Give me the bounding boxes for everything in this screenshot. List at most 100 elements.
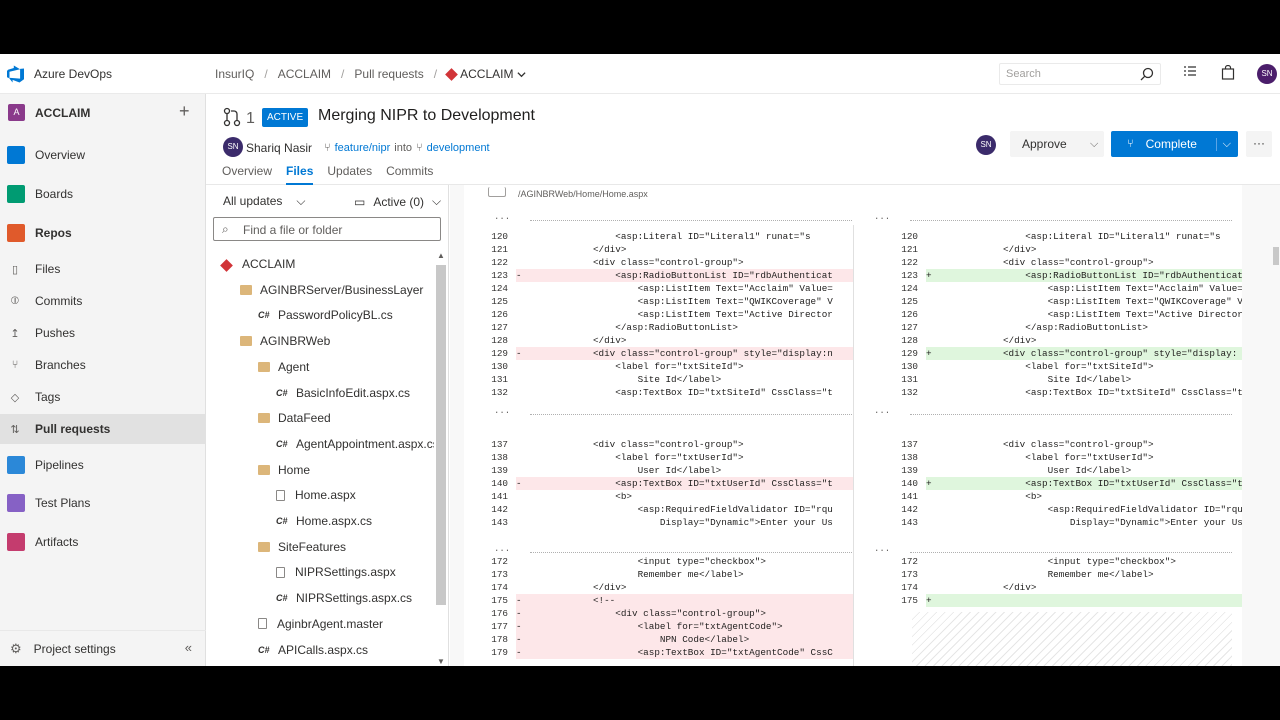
diff-line[interactable]: 174 </div> [464,581,853,594]
diff-line[interactable]: 172 <input type="checkbox"> [874,555,1242,568]
diff-line[interactable]: 139 User Id</label> [464,464,853,477]
collapsed-lines-marker[interactable]: ... [494,212,510,225]
tree-file[interactable]: C# APICalls.aspx.cs [258,637,368,663]
azure-devops-logo-icon[interactable] [7,65,25,83]
complete-button[interactable]: ⑂ Complete ⌵ [1111,131,1238,157]
scroll-down-icon[interactable]: ▼ [437,657,445,666]
brand-name[interactable]: Azure DevOps [34,67,112,81]
diff-line[interactable]: 126 <asp:ListItem Text="Active Director [874,308,1242,321]
breadcrumb-org[interactable]: InsurIQ [215,67,254,81]
diff-line[interactable]: 137 <div class="control-group"> [874,438,1242,451]
tree-file[interactable]: C# BasicInfoEdit.aspx.cs [276,380,410,406]
page-title[interactable]: Merging NIPR to Development [318,107,535,125]
nav-boards[interactable]: Boards [0,179,206,209]
collapsed-lines-marker[interactable]: ... [494,406,510,419]
diff-line[interactable]: 122 <div class="control-group"> [874,256,1242,269]
marketplace-bag-icon[interactable] [1221,65,1235,80]
diff-file-path[interactable]: /AGINBRWeb/Home/Home.aspx [518,189,648,199]
comments-filter-dropdown[interactable]: ▭ Active (0) ⌵ [354,194,441,209]
tab-files[interactable]: Files [286,164,314,185]
project-header[interactable]: A ACCLAIM + [0,94,206,132]
diff-line[interactable]: 174 </div> [874,581,1242,594]
diff-line[interactable]: 175 + [874,594,1242,607]
chevron-down-icon[interactable]: ⌵ [1090,138,1098,151]
diff-line[interactable]: 127 </asp:RadioButtonList> [464,321,853,334]
updates-filter-dropdown[interactable]: All updates ⌵ [223,194,305,209]
diff-line[interactable]: 120 <asp:Literal ID="Literal1" runat="s [874,230,1242,243]
sidebar-item-files[interactable]: ▯ Files [0,254,206,284]
breadcrumb-pull-requests[interactable]: Pull requests [354,67,423,81]
tree-folder[interactable]: AGINBRWeb [240,328,330,354]
reviewer-avatar[interactable]: SN [976,135,996,155]
breadcrumb-project[interactable]: ACCLAIM [278,67,331,81]
diff-line[interactable]: 179- <asp:TextBox ID="txtAgentCode" CssC [464,646,853,659]
collapsed-lines-marker[interactable]: ... [874,406,890,419]
repo-selector[interactable]: ACCLAIM [445,67,527,81]
diff-line[interactable]: 131 Site Id</label> [464,373,853,386]
diff-line[interactable]: 137 <div class="control-group"> [464,438,853,451]
diff-line[interactable]: 172 <input type="checkbox"> [464,555,853,568]
diff-line[interactable]: 130 <label for="txtSiteId"> [874,360,1242,373]
diff-line[interactable]: 132 <asp:TextBox ID="txtSiteId" CssClass… [464,386,853,399]
tab-commits[interactable]: Commits [386,164,433,185]
sidebar-item-tags[interactable]: ◇ Tags [0,382,206,412]
sidebar-item-branches[interactable]: ⑂ Branches [0,350,206,380]
diff-line[interactable]: 124 <asp:ListItem Text="Acclaim" Value= [874,282,1242,295]
diff-line[interactable]: 139 User Id</label> [874,464,1242,477]
diff-line[interactable]: 173 Remember me</label> [464,568,853,581]
diff-line[interactable]: 125 <asp:ListItem Text="QWIKCoverage" V [874,295,1242,308]
diff-line[interactable]: 121 </div> [464,243,853,256]
diff-line[interactable]: 128 </div> [874,334,1242,347]
nav-overview[interactable]: Overview [0,140,206,170]
tree-file[interactable]: C# PasswordPolicyBL.cs [258,302,393,328]
diff-line[interactable]: 123 + <asp:RadioButtonList ID="rdbAuthent… [874,269,1242,282]
collapse-sidebar-icon[interactable]: « [185,640,192,655]
diff-line[interactable]: 123- <asp:RadioButtonList ID="rdbAuthent… [464,269,853,282]
diff-line[interactable]: 124 <asp:ListItem Text="Acclaim" Value= [464,282,853,295]
nav-pipelines[interactable]: Pipelines [0,450,206,480]
diff-line[interactable]: 125 <asp:ListItem Text="QWIKCoverage" V [464,295,853,308]
tree-folder[interactable]: Agent [258,354,309,380]
tree-file[interactable]: Home.aspx [276,482,356,508]
diff-line[interactable]: 140 + <asp:TextBox ID="txtUserId" CssClas… [874,477,1242,490]
chevron-down-icon[interactable]: ⌵ [1215,137,1231,151]
tab-overview[interactable]: Overview [222,164,272,185]
tree-scrollbar[interactable]: ▲ ▼ [436,251,446,666]
diff-line[interactable]: 143 Display="Dynamic">Enter your Us [874,516,1242,529]
file-filter-input[interactable]: ⌕ Find a file or folder [213,217,441,241]
diff-line[interactable]: 132 <asp:TextBox ID="txtSiteId" CssClass… [874,386,1242,399]
diff-line[interactable]: 128 </div> [464,334,853,347]
diff-line[interactable]: 120 <asp:Literal ID="Literal1" runat="s [464,230,853,243]
diff-line[interactable]: 141 <b> [874,490,1242,503]
collapsed-lines-marker[interactable]: ... [874,212,890,225]
diff-line[interactable]: 142 <asp:RequiredFieldValidator ID="rqu [874,503,1242,516]
diff-line[interactable]: 175- <!-- [464,594,853,607]
tree-folder[interactable]: AGINBRServer/BusinessLayer [240,277,423,303]
sidebar-item-pull-requests[interactable]: ⇅ Pull requests [0,414,206,444]
author-name[interactable]: Shariq Nasir [246,141,312,155]
list-settings-icon[interactable] [1183,65,1197,79]
sidebar-item-pushes[interactable]: ↥ Pushes [0,318,206,348]
scrollbar-thumb[interactable] [436,265,446,605]
diff-line[interactable]: 129 + <div class="control-group" style="d… [874,347,1242,360]
source-branch-link[interactable]: feature/nipr [335,142,391,154]
project-settings[interactable]: ⚙ Project settings « [0,630,206,666]
tree-file[interactable]: C# NIPRSettings.aspx.cs [276,585,412,611]
tree-folder[interactable]: SiteFeatures [258,534,346,560]
tree-file[interactable]: AginbrAgent.master [258,611,383,637]
nav-repos[interactable]: Repos [0,218,206,248]
diff-line[interactable]: 127 </asp:RadioButtonList> [874,321,1242,334]
tree-folder[interactable]: DataFeed [258,405,331,431]
tree-file[interactable]: C# AgentAppointment.aspx.cs [276,431,434,457]
diff-line[interactable]: 138 <label for="txtUserId"> [464,451,853,464]
target-branch-link[interactable]: development [427,142,490,154]
diff-line[interactable]: 138 <label for="txtUserId"> [874,451,1242,464]
diff-line[interactable]: 131 Site Id</label> [874,373,1242,386]
diff-scrollbar[interactable] [1272,185,1280,666]
diff-line[interactable]: 176- <div class="control-group"> [464,607,853,620]
diff-line[interactable]: 173 Remember me</label> [874,568,1242,581]
diff-line[interactable]: 142 <asp:RequiredFieldValidator ID="rqu [464,503,853,516]
scroll-up-icon[interactable]: ▲ [437,251,445,260]
add-icon[interactable]: + [179,101,190,122]
nav-artifacts[interactable]: Artifacts [0,527,206,557]
